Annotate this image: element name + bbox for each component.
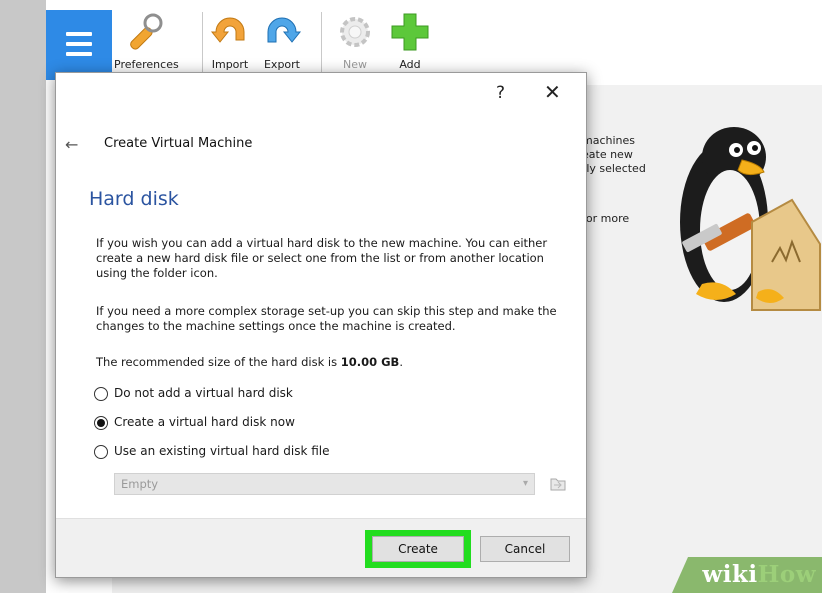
radio-label: Create a virtual hard disk now	[114, 415, 295, 429]
list-icon	[66, 32, 92, 62]
tux-penguin-mascot-illustration	[680, 127, 821, 311]
create-virtual-machine-dialog: ? ✕ ← Create Virtual Machine Hard disk I…	[55, 72, 587, 578]
wikihow-wordmark: wikiHow	[702, 561, 816, 588]
welcome-text-line: eate new	[582, 148, 633, 161]
recommended-size-value: 10.00 GB	[340, 355, 400, 369]
radio-button-selected[interactable]	[94, 416, 108, 430]
export-label: Export	[263, 58, 300, 71]
new-label: New	[343, 58, 367, 71]
storage-info-paragraph: If you need a more complex storage set-u…	[96, 304, 557, 333]
recommended-size-text: The recommended size of the hard disk is…	[96, 355, 403, 369]
select-value: Empty	[121, 477, 159, 491]
page-title: Hard disk	[89, 188, 179, 210]
toolbar-divider	[321, 12, 322, 72]
new-gear-icon	[335, 12, 375, 52]
help-button[interactable]: ?	[496, 83, 505, 103]
description-paragraph: If you wish you can add a virtual hard d…	[96, 236, 548, 280]
import-label: Import	[211, 58, 249, 71]
preferences-label: Preferences	[114, 58, 179, 71]
close-button[interactable]: ✕	[544, 80, 561, 104]
export-button[interactable]: Export	[252, 8, 312, 71]
welcome-text-line: machines	[582, 134, 636, 147]
radio-button[interactable]	[94, 445, 108, 459]
new-button[interactable]: New	[325, 8, 385, 71]
radio-label: Use an existing virtual hard disk file	[114, 444, 330, 458]
add-plus-icon	[390, 12, 430, 52]
tools-menu-button[interactable]	[46, 10, 112, 80]
radio-label: Do not add a virtual hard disk	[114, 386, 293, 400]
import-arrow-icon	[210, 12, 250, 52]
cancel-button[interactable]: Cancel	[480, 536, 570, 562]
import-button[interactable]: Import	[200, 8, 260, 71]
radio-button[interactable]	[94, 387, 108, 401]
create-button[interactable]: Create	[372, 536, 464, 562]
existing-disk-select[interactable]: Empty ▾	[114, 473, 535, 495]
wikihow-watermark: wikiHow	[672, 557, 822, 593]
choose-disk-folder-icon[interactable]	[550, 476, 566, 492]
welcome-text-line: tly selected	[582, 162, 646, 175]
welcome-text-line: for more	[582, 212, 630, 225]
dialog-footer: Create Cancel	[56, 518, 586, 577]
wizard-title: Create Virtual Machine	[104, 136, 253, 151]
preferences-button[interactable]: Preferences	[114, 8, 179, 71]
export-arrow-icon	[262, 12, 302, 52]
add-button[interactable]: Add	[380, 8, 440, 71]
wrench-icon	[124, 12, 164, 52]
back-arrow-button[interactable]: ←	[65, 135, 78, 154]
left-rail	[0, 0, 46, 593]
add-label: Add	[399, 58, 421, 71]
chevron-down-icon: ▾	[522, 478, 528, 489]
